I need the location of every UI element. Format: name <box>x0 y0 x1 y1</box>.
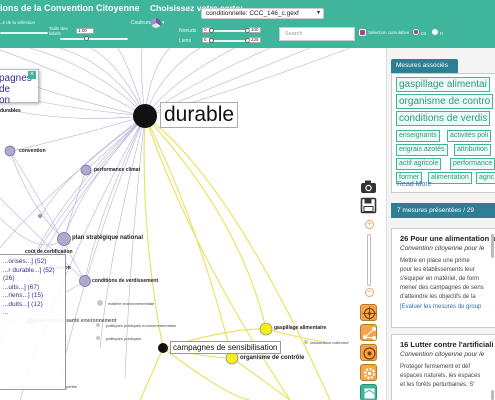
search-input[interactable]: Search <box>279 27 355 41</box>
cumulative-label: Sélection cumulative <box>368 30 410 35</box>
share-icon[interactable] <box>360 324 377 341</box>
label-size-value[interactable]: 1.00 <box>76 28 94 34</box>
selection-label: ..é de la sélection <box>0 20 36 25</box>
label-size-slider[interactable] <box>60 38 128 40</box>
colors-label: Couleurs <box>131 20 152 26</box>
chevron-down-icon: ▾ <box>316 10 320 16</box>
mesure-card: 16 Lutter contre l'artificiali Conventio… <box>391 334 495 400</box>
nodes-max[interactable]: 100 <box>249 27 261 33</box>
mesure-body: Mettre en place une prime pour les établ… <box>400 258 484 300</box>
app-root: ions de la Convention Citoyenne ..é de l… <box>0 0 495 400</box>
node-label-politiques-env[interactable]: politiques publiques environnementales <box>106 323 176 328</box>
node-label-plan-strategique[interactable]: plan stratégique national <box>72 235 143 241</box>
scrollbar[interactable] <box>491 234 494 258</box>
tag-item[interactable]: engrais azotés <box>396 144 448 156</box>
associated-tags-box: gaspillage alimentai organisme de contro… <box>391 73 495 193</box>
links-label: Liens <box>179 38 191 44</box>
nodes-thumb-min[interactable] <box>209 28 214 33</box>
radio-n-label: n <box>440 31 443 37</box>
node-label-convention[interactable]: convention <box>19 148 46 154</box>
zoom-slider[interactable] <box>367 234 371 286</box>
color-chevron-icon[interactable]: ▾ <box>162 20 165 26</box>
radio-co[interactable] <box>413 29 419 35</box>
links-max[interactable]: 225 <box>249 37 261 43</box>
mesure-title[interactable]: 16 Lutter contre l'artificiali <box>400 340 493 350</box>
node-popup: pagnes de on × <box>0 69 39 106</box>
node-label-restauration[interactable]: restauration collective <box>310 340 349 345</box>
graph-canvas[interactable]: durable durables convention performance … <box>0 48 386 400</box>
radio-co-label: co <box>421 31 427 37</box>
save-icon[interactable] <box>360 197 377 214</box>
tag-item[interactable]: enseignants <box>396 130 440 142</box>
tag-item[interactable]: actif agricole <box>396 158 442 170</box>
tag-item[interactable]: agric <box>476 172 495 184</box>
list-item[interactable]: ...duits...] (12) <box>3 301 63 310</box>
crosshair-icon[interactable] <box>360 304 377 321</box>
radio-n[interactable] <box>432 29 438 35</box>
map-select[interactable]: conditionnelle: CCC_146_c.gexf ▾ <box>201 8 324 19</box>
tag-item[interactable]: organisme de contro <box>396 94 494 109</box>
tag-item[interactable]: activités poli <box>447 130 492 142</box>
cluster-list-panel: ...orisés...] (52) ...r durable...] (52)… <box>0 254 66 390</box>
zoom-out-button[interactable]: − <box>365 288 374 297</box>
list-item[interactable]: ...uits...] (67) <box>3 284 63 293</box>
list-item[interactable]: ...r durable...] (52) <box>3 267 63 276</box>
node-label-organisme-controle[interactable]: organisme de contrôle <box>240 355 304 361</box>
evaluate-link[interactable]: [Evaluer les mesures du group <box>400 302 491 312</box>
nodes-label: Noeuds <box>179 28 197 34</box>
list-item[interactable]: ...orisés...] (52) <box>3 258 63 267</box>
tag-item[interactable]: alimentation <box>428 172 472 184</box>
mesure-body: Protéger fermement et déf espaces nature… <box>400 364 481 388</box>
tag-item[interactable]: conditions de verdis <box>396 111 491 126</box>
cumulative-checkbox[interactable] <box>359 29 366 36</box>
list-item[interactable]: ... <box>3 309 63 318</box>
color-palette-icon[interactable] <box>151 18 161 28</box>
map-icon[interactable] <box>360 384 377 400</box>
right-panel: Mesures associés gaspillage alimentai or… <box>386 48 495 400</box>
list-item[interactable]: ...riens...] (15) <box>3 292 63 301</box>
tag-item[interactable]: attribution <box>454 144 491 156</box>
node-label-campagnes-sensibilisation[interactable]: campagnes de sensibilisation <box>170 341 281 354</box>
read-more-link[interactable]: Read More <box>397 181 432 188</box>
mesure-card: 26 Pour une alimentation pl Convention c… <box>391 228 495 328</box>
camera-icon[interactable] <box>360 178 377 195</box>
app-title: ions de la Convention Citoyenne <box>0 3 140 13</box>
node-label-matiere-environnementale[interactable]: matière environnementale <box>108 301 154 306</box>
close-icon[interactable]: × <box>28 71 36 79</box>
top-toolbar: ions de la Convention Citoyenne ..é de l… <box>0 0 495 48</box>
zoom-in-button[interactable]: + <box>365 220 374 229</box>
mesure-subtitle: Convention citoyenne pour le <box>400 245 485 252</box>
node-label-durable[interactable]: durable <box>160 102 239 128</box>
mesure-subtitle: Convention citoyenne pour le <box>400 351 485 358</box>
gear-icon[interactable] <box>360 364 377 381</box>
label-size-thumb[interactable] <box>84 36 89 41</box>
layout-icon[interactable] <box>360 344 377 361</box>
tag-item[interactable]: gaspillage alimentai <box>396 77 490 92</box>
links-slider[interactable] <box>211 40 247 42</box>
node-label-performance-climat[interactable]: performance climat <box>94 167 140 173</box>
scrollbar[interactable] <box>491 390 494 400</box>
node-label-gaspillage[interactable]: gaspillage alimentaire <box>274 325 326 331</box>
node-label-politiques-publiques[interactable]: politiques publiques <box>106 336 141 341</box>
mesures-count-bar: 7 mesures présentées / 29 <box>391 203 495 218</box>
list-item[interactable]: (26) <box>3 275 63 284</box>
selection-slider[interactable] <box>0 32 48 34</box>
node-label-durables[interactable]: durables <box>0 108 21 114</box>
nodes-slider[interactable] <box>211 30 247 32</box>
tag-item[interactable]: performance <box>450 158 495 170</box>
tab-mesures-associes[interactable]: Mesures associés <box>391 59 458 73</box>
links-thumb-min[interactable] <box>209 38 214 43</box>
label-size-label: Taille des labels <box>49 26 68 36</box>
mesure-title[interactable]: 26 Pour une alimentation pl <box>400 234 495 244</box>
node-label-conditions-verdissement[interactable]: conditions de verdissement <box>92 278 158 284</box>
